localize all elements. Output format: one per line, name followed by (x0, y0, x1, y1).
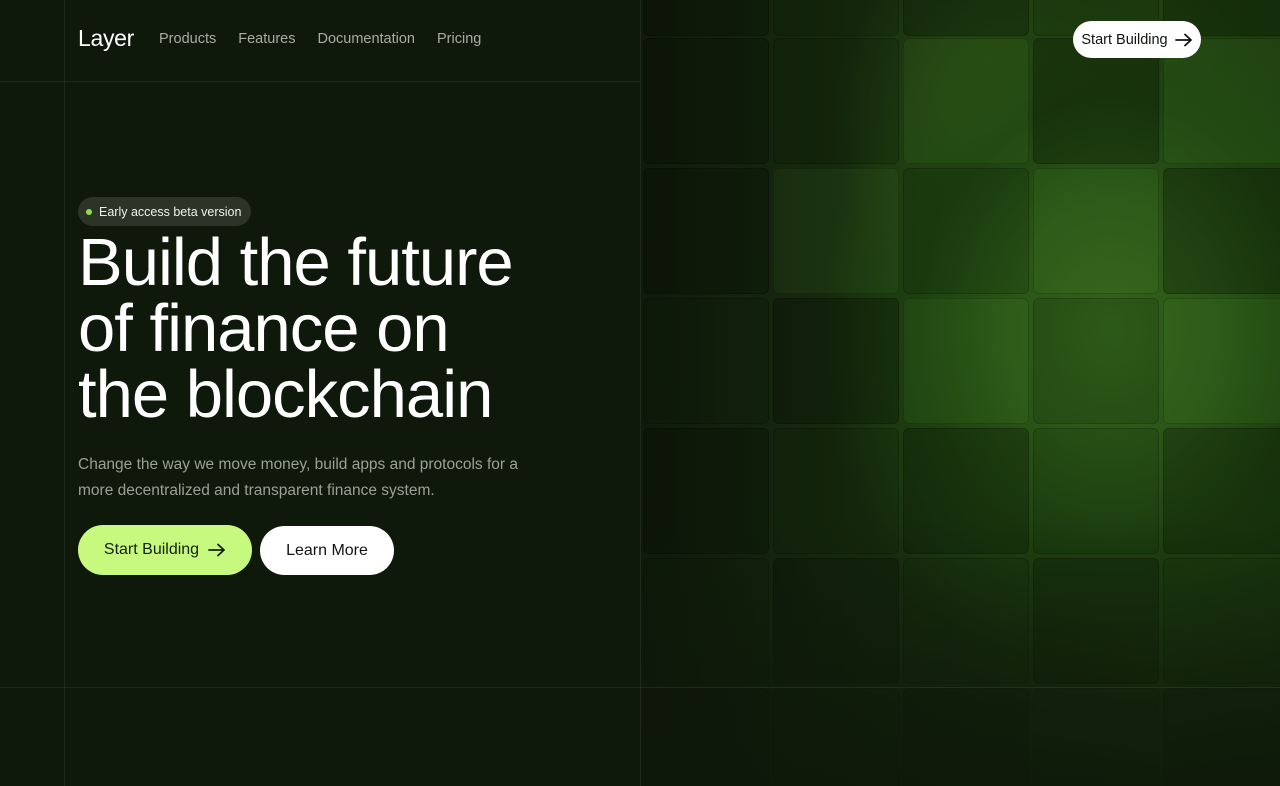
hero-tile-background (641, 0, 1280, 786)
nav-link-products[interactable]: Products (159, 31, 216, 47)
arrow-right-icon (1174, 33, 1192, 46)
tile (903, 558, 1029, 684)
tile (1033, 688, 1159, 786)
tile (1033, 558, 1159, 684)
start-building-button[interactable]: Start Building (78, 525, 252, 575)
tile (643, 428, 769, 554)
hero-headline: Build the future of finance on the block… (78, 225, 638, 432)
tile (1163, 558, 1280, 684)
brand-logo[interactable]: Layer (78, 25, 134, 52)
learn-more-button[interactable]: Learn More (260, 526, 394, 575)
nav-links: Products Features Documentation Pricing (159, 31, 481, 47)
beta-badge-label: Early access beta version (99, 204, 242, 219)
tile (903, 298, 1029, 424)
nav-link-documentation[interactable]: Documentation (317, 31, 415, 47)
tile (1033, 168, 1159, 294)
top-navigation: Layer Products Features Documentation Pr… (0, 0, 1280, 80)
tile (773, 558, 899, 684)
nav-link-pricing[interactable]: Pricing (437, 31, 481, 47)
tile (1033, 428, 1159, 554)
tile (773, 168, 899, 294)
status-dot-icon (86, 208, 92, 215)
headline-line-2: of finance on (78, 291, 450, 366)
tile (643, 168, 769, 294)
headline-line-3: the blockchain (78, 357, 493, 432)
beta-badge: Early access beta version (78, 197, 252, 226)
nav-start-building-label: Start Building (1081, 31, 1168, 48)
arrow-right-icon (208, 543, 225, 557)
tile (1163, 168, 1280, 294)
tile (643, 558, 769, 684)
grid-line (0, 687, 1280, 688)
hero-subtext: Change the way we move money, build apps… (78, 456, 518, 499)
nav-start-building-button[interactable]: Start Building (1073, 21, 1201, 58)
start-building-label: Start Building (103, 541, 200, 558)
tile (903, 168, 1029, 294)
tile (643, 298, 769, 424)
tile (773, 298, 899, 424)
headline-line-1: Build the future (78, 225, 514, 300)
tile (773, 428, 899, 554)
tile (643, 688, 769, 786)
tile (903, 688, 1029, 786)
tile (1163, 688, 1280, 786)
tile (903, 428, 1029, 554)
tile (1163, 298, 1280, 424)
landing-page: Layer Products Features Documentation Pr… (0, 0, 1280, 786)
grid-line (0, 81, 640, 82)
tile (773, 688, 899, 786)
nav-link-features[interactable]: Features (238, 31, 295, 47)
learn-more-label: Learn More (286, 541, 368, 559)
tile (1163, 428, 1280, 554)
grid-line (640, 0, 641, 786)
grid-line (64, 0, 65, 786)
tile (1033, 298, 1159, 424)
